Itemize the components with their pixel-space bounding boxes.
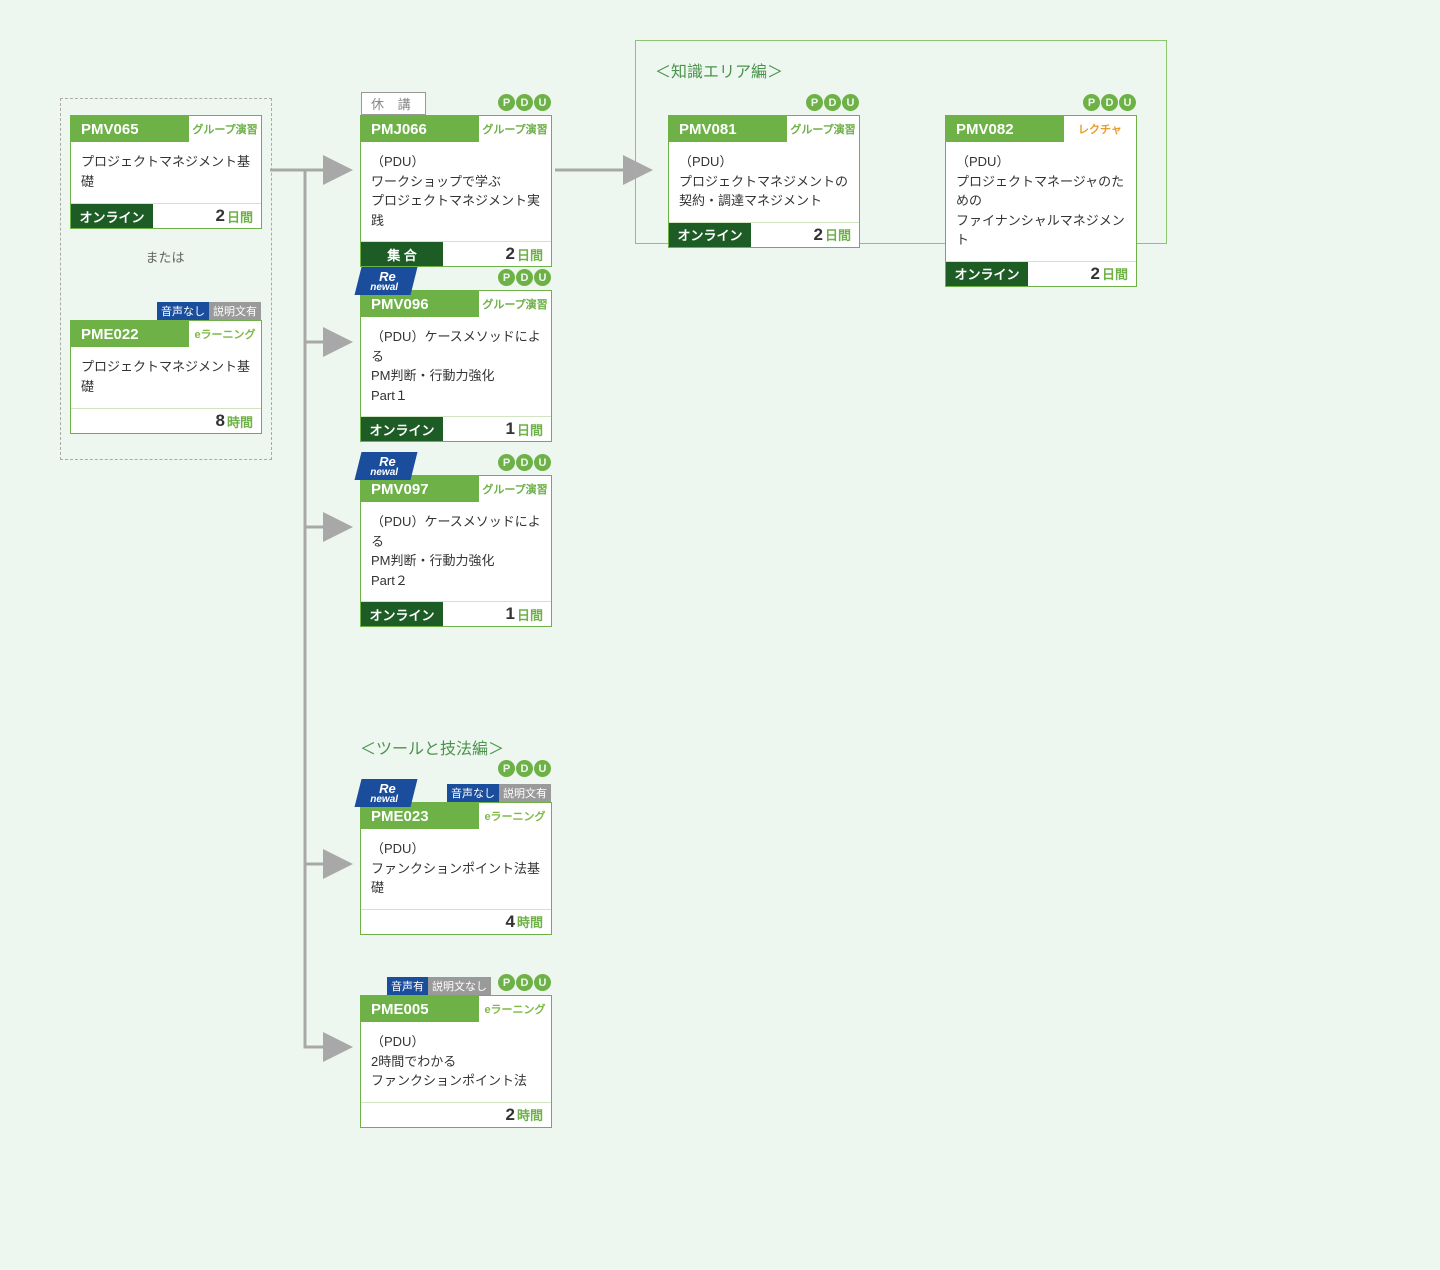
tools-heading: ＜ツールと技法編＞ xyxy=(360,735,504,759)
course-tag: グループ演習 xyxy=(189,116,261,142)
course-tag: グループ演習 xyxy=(787,116,859,142)
course-tag: グループ演習 xyxy=(479,476,551,502)
renewal-badge: Renewal xyxy=(355,452,418,480)
pdu-badge: PDU xyxy=(498,760,551,777)
audio-badge: 音声有説明文なし xyxy=(387,977,491,995)
course-title: プロジェクトマネジメント基礎 xyxy=(81,152,251,191)
card-pmv081[interactable]: PDU PMV081 グループ演習 （PDU） プロジェクトマネジメントの 契約… xyxy=(668,115,860,248)
mode-badge: オンライン xyxy=(361,602,443,626)
pdu-badge: PDU xyxy=(1083,94,1136,111)
course-tag: eラーニング xyxy=(479,996,551,1022)
renewal-badge: Renewal xyxy=(355,267,418,295)
course-tag: eラーニング xyxy=(479,803,551,829)
course-code: PMV065 xyxy=(71,116,189,142)
course-code: PMV082 xyxy=(946,116,1064,142)
card-pmj066[interactable]: 休 講 PDU PMJ066 グループ演習 （PDU） ワークショップで学ぶ プ… xyxy=(360,115,552,267)
pdu-badge: PDU xyxy=(498,94,551,111)
card-pme023[interactable]: Renewal PDU 音声なし説明文有 PME023 eラーニング （PDU）… xyxy=(360,802,552,935)
audio-badge: 音声なし説明文有 xyxy=(157,302,261,320)
or-label: または xyxy=(70,247,260,266)
mode-badge: オンライン xyxy=(946,262,1028,286)
mode-badge: オンライン xyxy=(71,204,153,228)
pdu-badge: PDU xyxy=(498,454,551,471)
renewal-badge: Renewal xyxy=(355,779,418,807)
mode-badge: オンライン xyxy=(669,223,751,247)
course-code: PME022 xyxy=(71,321,189,347)
course-tag: レクチャ xyxy=(1064,116,1136,142)
pdu-badge: PDU xyxy=(806,94,859,111)
kyuko-badge: 休 講 xyxy=(361,92,426,115)
course-title: プロジェクトマネジメント基礎 xyxy=(81,357,251,396)
mode-badge: 集 合 xyxy=(361,242,443,266)
pdu-badge: PDU xyxy=(498,269,551,286)
course-code: PMV081 xyxy=(669,116,787,142)
course-code: PME005 xyxy=(361,996,479,1022)
course-tag: eラーニング xyxy=(189,321,261,347)
knowledge-heading: ＜知識エリア編＞ xyxy=(655,58,783,82)
diagram-canvas: または ＜知識エリア編＞ ＜ツールと技法編＞ PMV065 グループ演習 プロジ… xyxy=(40,40,1400,1230)
pdu-badge: PDU xyxy=(498,974,551,991)
course-code: PMJ066 xyxy=(361,116,479,142)
card-pmv082[interactable]: PDU PMV082 レクチャ （PDU） プロジェクトマネージャのための ファ… xyxy=(945,115,1137,287)
card-pmv065[interactable]: PMV065 グループ演習 プロジェクトマネジメント基礎 オンライン 2日間 xyxy=(70,115,262,229)
mode-badge: オンライン xyxy=(361,417,443,441)
card-pme022[interactable]: 音声なし説明文有 PME022 eラーニング プロジェクトマネジメント基礎 8時… xyxy=(70,320,262,434)
card-pme005[interactable]: PDU 音声有説明文なし PME005 eラーニング （PDU） 2時間でわかる… xyxy=(360,995,552,1128)
course-tag: グループ演習 xyxy=(479,116,551,142)
card-pmv096[interactable]: Renewal PDU PMV096 グループ演習 （PDU）ケースメソッドによ… xyxy=(360,290,552,442)
course-tag: グループ演習 xyxy=(479,291,551,317)
audio-badge: 音声なし説明文有 xyxy=(447,784,551,802)
card-pmv097[interactable]: Renewal PDU PMV097 グループ演習 （PDU）ケースメソッドによ… xyxy=(360,475,552,627)
